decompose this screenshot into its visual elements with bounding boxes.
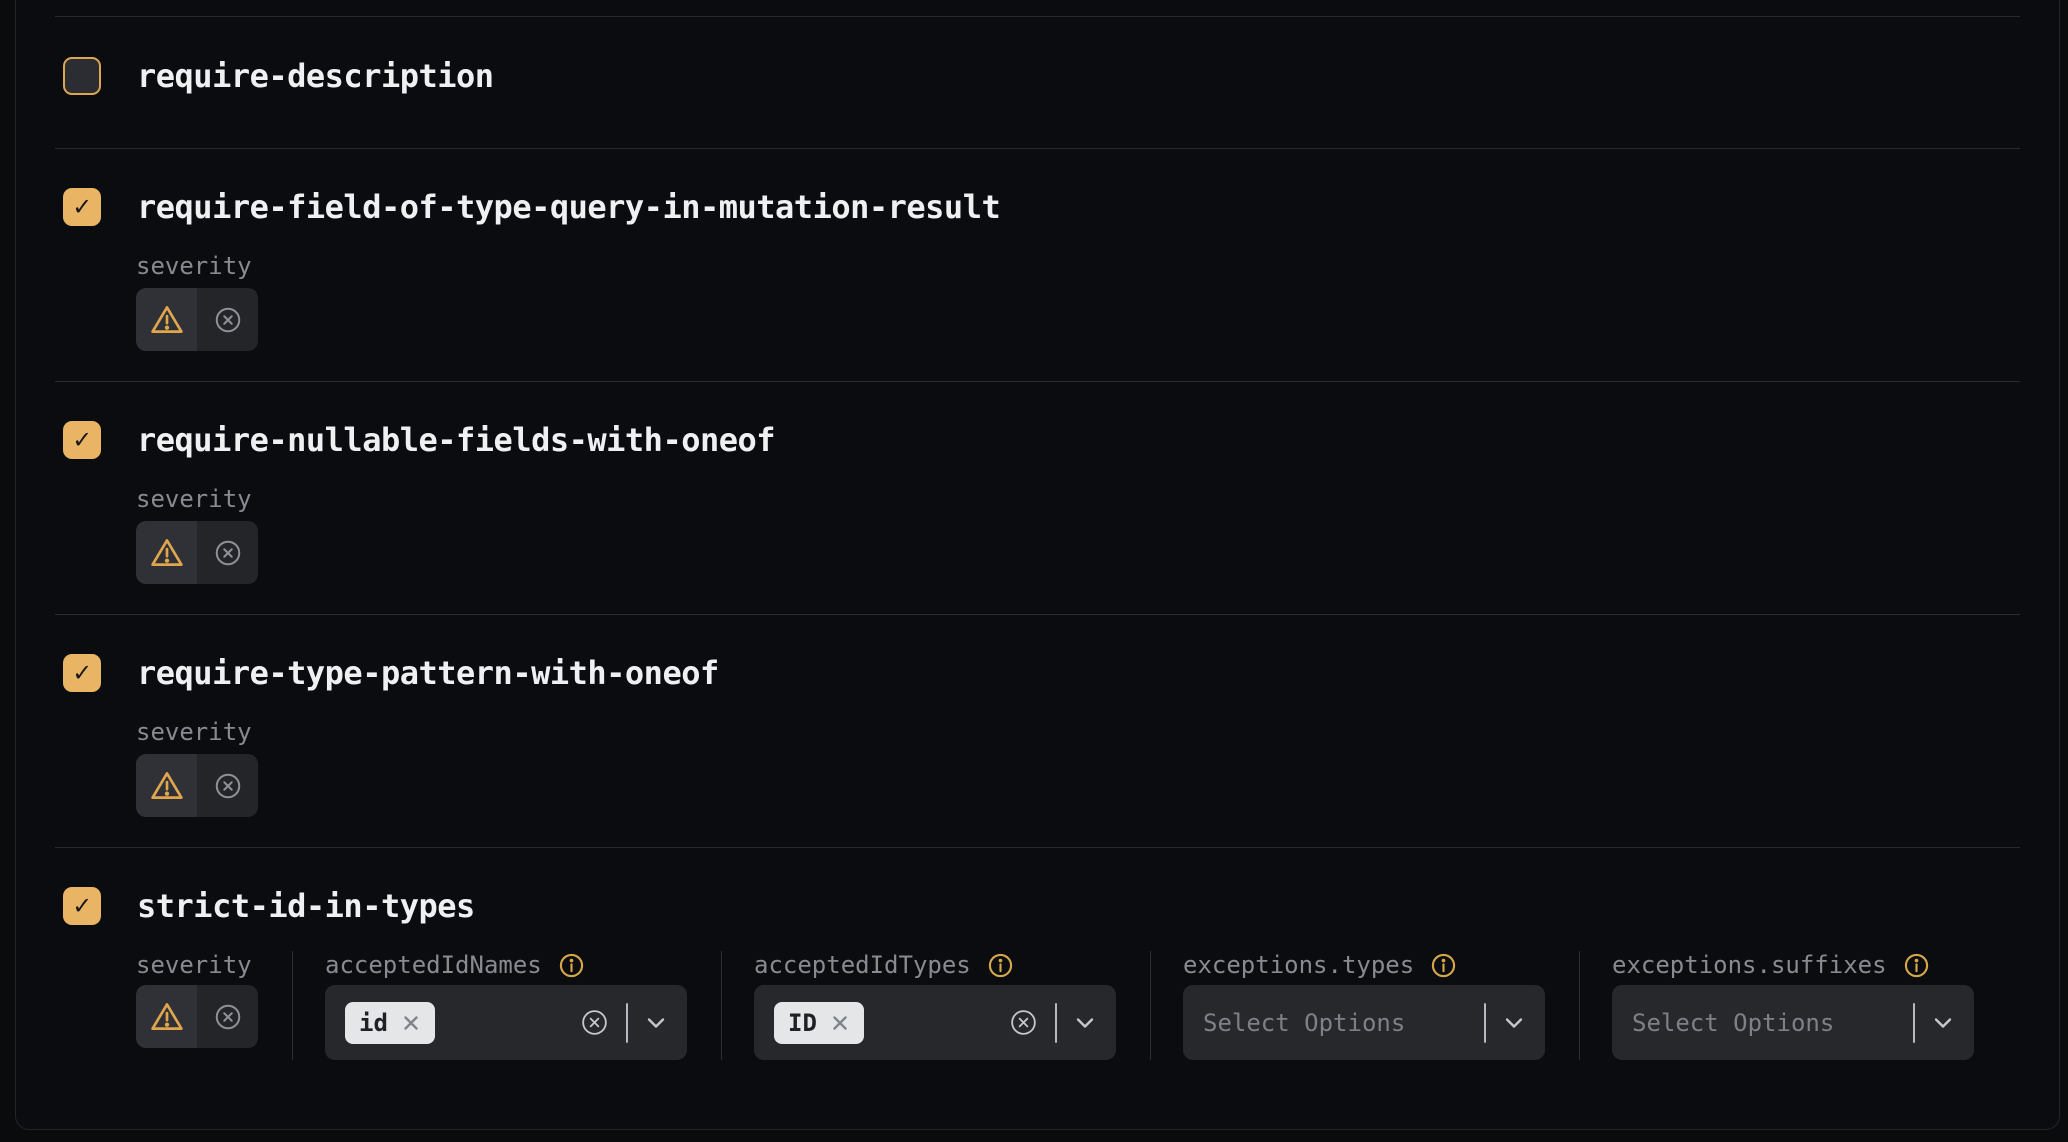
rule-name: require-type-pattern-with-oneof [137, 654, 719, 692]
circle-x-icon [213, 538, 243, 568]
severity-warn-button[interactable] [136, 521, 197, 584]
remove-tag-icon[interactable] [401, 1013, 421, 1033]
severity-off-button[interactable] [197, 288, 258, 351]
checkmark-icon: ✓ [74, 193, 90, 220]
rule-checkbox[interactable]: ✓ [63, 421, 101, 459]
chevron-down-icon[interactable] [645, 1015, 667, 1031]
rules-panel: require-description ✓ require-field-of-t… [15, 0, 2060, 1130]
info-icon[interactable] [1430, 952, 1457, 979]
tag-value: ID [788, 1009, 817, 1037]
severity-off-button[interactable] [197, 754, 258, 817]
option-column-exceptions-types: exceptions.types Select Options [1150, 951, 1545, 1060]
option-column-acceptedIdTypes: acceptedIdTypes ID [721, 951, 1116, 1060]
option-column-severity: severity [136, 951, 258, 1060]
checkmark-icon: ✓ [74, 659, 90, 686]
rule-require-type-pattern-with-oneof: ✓ require-type-pattern-with-oneof severi… [55, 614, 2020, 847]
select-placeholder: Select Options [1632, 1009, 1834, 1037]
option-label: exceptions.types [1183, 951, 1414, 979]
clear-all-icon[interactable] [580, 1008, 609, 1037]
chevron-down-icon[interactable] [1074, 1015, 1096, 1031]
clear-all-icon[interactable] [1009, 1008, 1038, 1037]
rules-config-page: require-description ✓ require-field-of-t… [0, 0, 2068, 1142]
option-label: exceptions.suffixes [1612, 951, 1887, 979]
severity-label: severity [136, 951, 252, 979]
severity-warn-button[interactable] [136, 288, 197, 351]
severity-label: severity [136, 252, 2020, 280]
select-placeholder: Select Options [1203, 1009, 1405, 1037]
tag-value: id [359, 1009, 388, 1037]
rule-checkbox[interactable]: ✓ [63, 188, 101, 226]
exceptions-suffixes-select[interactable]: Select Options [1612, 985, 1974, 1060]
option-label: acceptedIdTypes [754, 951, 971, 979]
acceptedIdNames-multiselect[interactable]: id [325, 985, 687, 1060]
remove-tag-icon[interactable] [830, 1013, 850, 1033]
rule-require-description: require-description [55, 16, 2020, 148]
circle-x-icon [213, 305, 243, 335]
severity-warn-button[interactable] [136, 985, 197, 1048]
info-icon[interactable] [987, 952, 1014, 979]
rule-require-nullable-fields-with-oneof: ✓ require-nullable-fields-with-oneof sev… [55, 381, 2020, 614]
rule-name: strict-id-in-types [137, 887, 475, 925]
severity-toggle [136, 288, 258, 351]
select-divider [1913, 1003, 1915, 1043]
severity-warn-button[interactable] [136, 754, 197, 817]
selected-tag: id [345, 1002, 435, 1044]
rule-options-row: severity [136, 951, 2020, 1130]
severity-label: severity [136, 485, 2020, 513]
severity-label: severity [136, 718, 2020, 746]
rule-name: require-nullable-fields-with-oneof [137, 421, 775, 459]
chevron-down-icon[interactable] [1932, 1015, 1954, 1031]
severity-toggle [136, 521, 258, 584]
warning-icon [150, 1001, 184, 1032]
select-divider [1055, 1003, 1057, 1043]
warning-icon [150, 770, 184, 801]
option-label: acceptedIdNames [325, 951, 542, 979]
rule-checkbox[interactable] [63, 57, 101, 95]
acceptedIdTypes-multiselect[interactable]: ID [754, 985, 1116, 1060]
exceptions-types-select[interactable]: Select Options [1183, 985, 1545, 1060]
option-column-acceptedIdNames: acceptedIdNames id [292, 951, 687, 1060]
rule-strict-id-in-types: ✓ strict-id-in-types severity [55, 847, 2020, 1130]
selected-tag: ID [774, 1002, 864, 1044]
checkmark-icon: ✓ [74, 426, 90, 453]
option-column-exceptions-suffixes: exceptions.suffixes Select Options [1579, 951, 1974, 1060]
warning-icon [150, 304, 184, 335]
rule-checkbox[interactable]: ✓ [63, 654, 101, 692]
circle-x-icon [213, 1002, 243, 1032]
rule-checkbox[interactable]: ✓ [63, 887, 101, 925]
select-divider [626, 1003, 628, 1043]
severity-toggle [136, 985, 258, 1048]
rule-require-field-of-type-query-in-mutation-result: ✓ require-field-of-type-query-in-mutatio… [55, 148, 2020, 381]
rule-name: require-description [137, 57, 494, 95]
info-icon[interactable] [558, 952, 585, 979]
warning-icon [150, 537, 184, 568]
severity-off-button[interactable] [197, 521, 258, 584]
circle-x-icon [213, 771, 243, 801]
info-icon[interactable] [1903, 952, 1930, 979]
severity-off-button[interactable] [197, 985, 258, 1048]
severity-toggle [136, 754, 258, 817]
chevron-down-icon[interactable] [1503, 1015, 1525, 1031]
select-divider [1484, 1003, 1486, 1043]
checkmark-icon: ✓ [74, 892, 90, 919]
rule-name: require-field-of-type-query-in-mutation-… [137, 188, 1000, 226]
